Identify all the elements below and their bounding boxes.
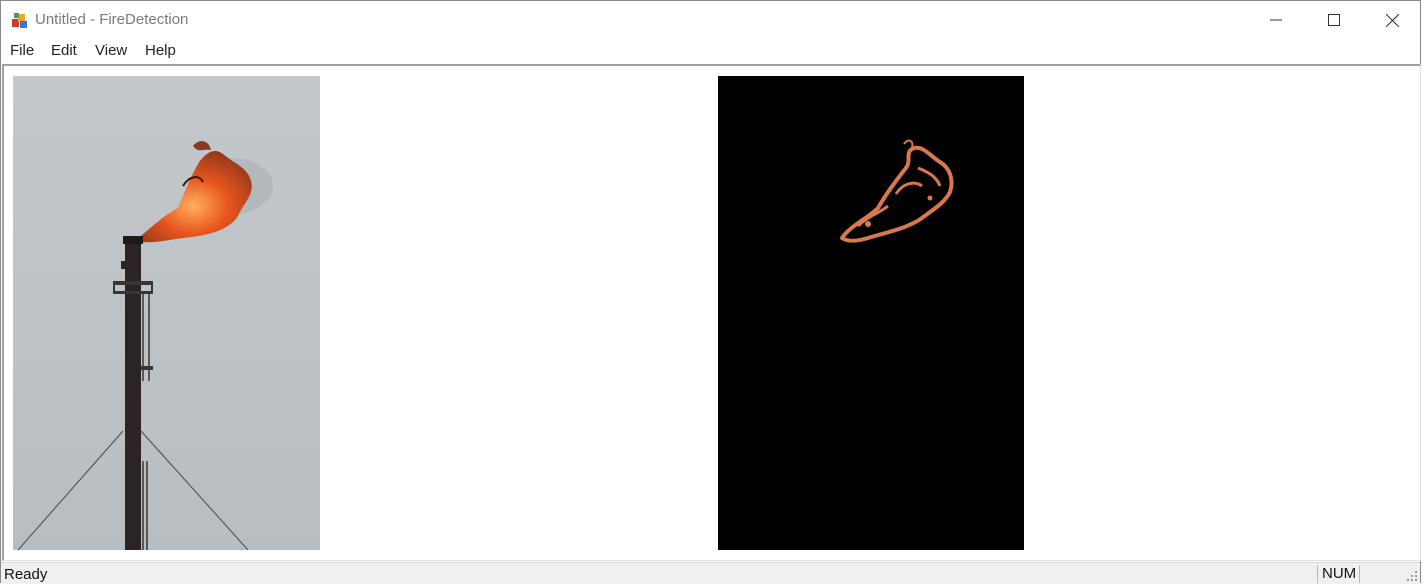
- fire-mask-image: [718, 76, 1024, 550]
- menu-view[interactable]: View: [95, 42, 127, 59]
- flare-stack-image: [13, 76, 320, 550]
- minimize-icon: [1270, 19, 1282, 21]
- title-bar[interactable]: Untitled - FireDetection: [1, 1, 1420, 39]
- maximize-icon: [1328, 14, 1340, 26]
- menu-edit[interactable]: Edit: [51, 42, 77, 59]
- menu-help[interactable]: Help: [145, 42, 176, 59]
- menu-file[interactable]: File: [10, 42, 34, 59]
- num-lock-indicator: NUM: [1317, 565, 1359, 583]
- app-window: Untitled - FireDetection File Edit View …: [0, 0, 1421, 584]
- resize-grip-icon[interactable]: [1406, 570, 1418, 582]
- app-icon[interactable]: [10, 10, 30, 30]
- close-button[interactable]: [1363, 1, 1421, 39]
- close-icon: [1385, 13, 1399, 27]
- window-title: Untitled - FireDetection: [35, 11, 189, 28]
- minimize-button[interactable]: [1247, 1, 1305, 39]
- status-text: Ready: [4, 566, 48, 583]
- status-bar: Ready NUM: [1, 562, 1420, 584]
- status-pane-empty: [1359, 565, 1399, 583]
- menu-bar: File Edit View Help: [1, 39, 1420, 63]
- maximize-button[interactable]: [1305, 1, 1363, 39]
